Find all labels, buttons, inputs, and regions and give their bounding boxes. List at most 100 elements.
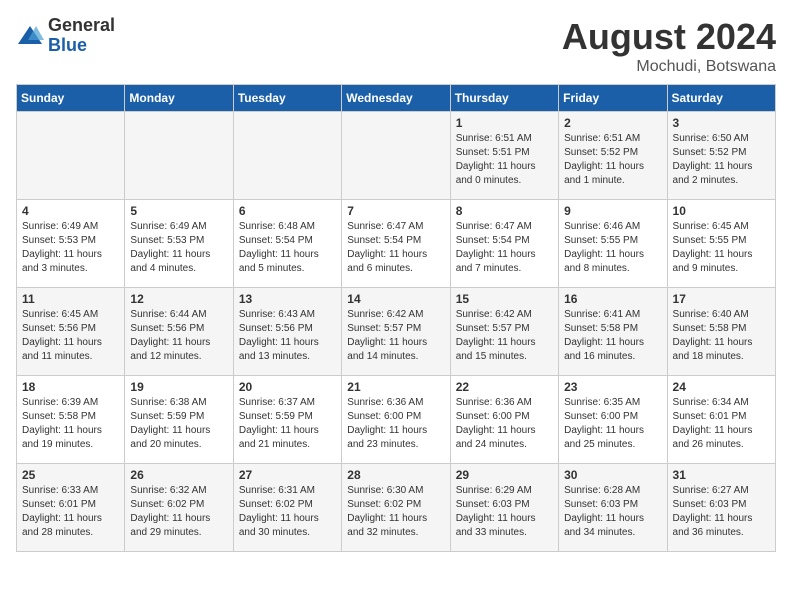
calendar-week-row: 1Sunrise: 6:51 AM Sunset: 5:51 PM Daylig… (17, 112, 776, 200)
day-number: 11 (22, 292, 119, 306)
cell-info: Sunrise: 6:49 AM Sunset: 5:53 PM Dayligh… (130, 220, 227, 276)
cell-info: Sunrise: 6:38 AM Sunset: 5:59 PM Dayligh… (130, 396, 227, 452)
logo: General Blue (16, 16, 115, 56)
logo-text: General Blue (48, 16, 115, 56)
header-sunday: Sunday (17, 85, 125, 112)
month-title: August 2024 (562, 16, 776, 58)
cell-info: Sunrise: 6:35 AM Sunset: 6:00 PM Dayligh… (564, 396, 661, 452)
calendar-cell: 23 Sunrise: 6:35 AM Sunset: 6:00 PM Dayli… (559, 376, 667, 464)
calendar-cell: 15Sunrise: 6:42 AM Sunset: 5:57 PM Dayli… (450, 288, 558, 376)
day-number: 15 (456, 292, 553, 306)
cell-info: Sunrise: 6:49 AM Sunset: 5:53 PM Dayligh… (22, 220, 119, 276)
calendar-cell: 3Sunrise: 6:50 AM Sunset: 5:52 PM Daylig… (667, 112, 775, 200)
day-number: 28 (347, 468, 444, 482)
calendar-table: SundayMondayTuesdayWednesdayThursdayFrid… (16, 84, 776, 552)
day-number: 25 (22, 468, 119, 482)
header-saturday: Saturday (667, 85, 775, 112)
calendar-week-row: 11 Sunrise: 6:45 AM Sunset: 5:56 PM Dayli… (17, 288, 776, 376)
day-number: 1 (456, 116, 553, 130)
cell-info: Sunrise: 6:36 AM Sunset: 6:00 PM Dayligh… (347, 396, 444, 452)
cell-info: Sunrise: 6:37 AM Sunset: 5:59 PM Dayligh… (239, 396, 336, 452)
day-number: 29 (456, 468, 553, 482)
calendar-week-row: 25 Sunrise: 6:33 AM Sunset: 6:01 PM Dayli… (17, 464, 776, 552)
calendar-cell: 13 Sunrise: 6:43 AM Sunset: 5:56 PM Dayli… (233, 288, 341, 376)
logo-icon (16, 22, 44, 50)
calendar-cell: 14Sunrise: 6:42 AM Sunset: 5:57 PM Dayli… (342, 288, 450, 376)
calendar-cell: 17 Sunrise: 6:40 AM Sunset: 5:58 PM Dayli… (667, 288, 775, 376)
calendar-cell: 18 Sunrise: 6:39 AM Sunset: 5:58 PM Dayli… (17, 376, 125, 464)
day-number: 5 (130, 204, 227, 218)
cell-info: Sunrise: 6:32 AM Sunset: 6:02 PM Dayligh… (130, 484, 227, 540)
calendar-cell (233, 112, 341, 200)
cell-info: Sunrise: 6:30 AM Sunset: 6:02 PM Dayligh… (347, 484, 444, 540)
day-number: 24 (673, 380, 770, 394)
calendar-cell (125, 112, 233, 200)
header-monday: Monday (125, 85, 233, 112)
calendar-cell: 22Sunrise: 6:36 AM Sunset: 6:00 PM Dayli… (450, 376, 558, 464)
calendar-cell: 2 Sunrise: 6:51 AM Sunset: 5:52 PM Daylig… (559, 112, 667, 200)
header-thursday: Thursday (450, 85, 558, 112)
day-number: 18 (22, 380, 119, 394)
calendar-cell: 24 Sunrise: 6:34 AM Sunset: 6:01 PM Dayli… (667, 376, 775, 464)
cell-info: Sunrise: 6:44 AM Sunset: 5:56 PM Dayligh… (130, 308, 227, 364)
calendar-week-row: 4 Sunrise: 6:49 AM Sunset: 5:53 PM Daylig… (17, 200, 776, 288)
cell-info: Sunrise: 6:47 AM Sunset: 5:54 PM Dayligh… (347, 220, 444, 276)
calendar-cell (17, 112, 125, 200)
cell-info: Sunrise: 6:51 AM Sunset: 5:52 PM Dayligh… (564, 132, 661, 188)
header-tuesday: Tuesday (233, 85, 341, 112)
day-number: 12 (130, 292, 227, 306)
page-header: General Blue August 2024 Mochudi, Botswa… (16, 16, 776, 76)
calendar-cell: 11 Sunrise: 6:45 AM Sunset: 5:56 PM Dayli… (17, 288, 125, 376)
cell-info: Sunrise: 6:33 AM Sunset: 6:01 PM Dayligh… (22, 484, 119, 540)
day-number: 2 (564, 116, 661, 130)
day-number: 10 (673, 204, 770, 218)
calendar-cell: 21 Sunrise: 6:36 AM Sunset: 6:00 PM Dayli… (342, 376, 450, 464)
day-number: 16 (564, 292, 661, 306)
day-number: 23 (564, 380, 661, 394)
calendar-cell: 5 Sunrise: 6:49 AM Sunset: 5:53 PM Daylig… (125, 200, 233, 288)
day-number: 6 (239, 204, 336, 218)
calendar-cell: 30 Sunrise: 6:28 AM Sunset: 6:03 PM Dayli… (559, 464, 667, 552)
cell-info: Sunrise: 6:34 AM Sunset: 6:01 PM Dayligh… (673, 396, 770, 452)
day-number: 8 (456, 204, 553, 218)
calendar-cell: 27 Sunrise: 6:31 AM Sunset: 6:02 PM Dayli… (233, 464, 341, 552)
cell-info: Sunrise: 6:39 AM Sunset: 5:58 PM Dayligh… (22, 396, 119, 452)
calendar-cell: 16Sunrise: 6:41 AM Sunset: 5:58 PM Dayli… (559, 288, 667, 376)
calendar-cell: 9Sunrise: 6:46 AM Sunset: 5:55 PM Daylig… (559, 200, 667, 288)
cell-info: Sunrise: 6:43 AM Sunset: 5:56 PM Dayligh… (239, 308, 336, 364)
day-number: 14 (347, 292, 444, 306)
cell-info: Sunrise: 6:36 AM Sunset: 6:00 PM Dayligh… (456, 396, 553, 452)
calendar-cell: 31Sunrise: 6:27 AM Sunset: 6:03 PM Dayli… (667, 464, 775, 552)
cell-info: Sunrise: 6:47 AM Sunset: 5:54 PM Dayligh… (456, 220, 553, 276)
calendar-cell: 25 Sunrise: 6:33 AM Sunset: 6:01 PM Dayli… (17, 464, 125, 552)
logo-general: General (48, 16, 115, 36)
day-number: 27 (239, 468, 336, 482)
cell-info: Sunrise: 6:40 AM Sunset: 5:58 PM Dayligh… (673, 308, 770, 364)
day-number: 21 (347, 380, 444, 394)
header-wednesday: Wednesday (342, 85, 450, 112)
day-number: 13 (239, 292, 336, 306)
cell-info: Sunrise: 6:45 AM Sunset: 5:56 PM Dayligh… (22, 308, 119, 364)
cell-info: Sunrise: 6:45 AM Sunset: 5:55 PM Dayligh… (673, 220, 770, 276)
calendar-cell: 7 Sunrise: 6:47 AM Sunset: 5:54 PM Daylig… (342, 200, 450, 288)
cell-info: Sunrise: 6:31 AM Sunset: 6:02 PM Dayligh… (239, 484, 336, 540)
cell-info: Sunrise: 6:28 AM Sunset: 6:03 PM Dayligh… (564, 484, 661, 540)
calendar-cell: 20Sunrise: 6:37 AM Sunset: 5:59 PM Dayli… (233, 376, 341, 464)
day-number: 9 (564, 204, 661, 218)
calendar-cell (342, 112, 450, 200)
day-number: 4 (22, 204, 119, 218)
location: Mochudi, Botswana (562, 58, 776, 76)
header-friday: Friday (559, 85, 667, 112)
day-number: 17 (673, 292, 770, 306)
day-number: 7 (347, 204, 444, 218)
day-number: 19 (130, 380, 227, 394)
cell-info: Sunrise: 6:50 AM Sunset: 5:52 PM Dayligh… (673, 132, 770, 188)
day-number: 30 (564, 468, 661, 482)
calendar-cell: 10 Sunrise: 6:45 AM Sunset: 5:55 PM Dayli… (667, 200, 775, 288)
calendar-cell: 1Sunrise: 6:51 AM Sunset: 5:51 PM Daylig… (450, 112, 558, 200)
calendar-week-row: 18 Sunrise: 6:39 AM Sunset: 5:58 PM Dayli… (17, 376, 776, 464)
calendar-cell: 28 Sunrise: 6:30 AM Sunset: 6:02 PM Dayli… (342, 464, 450, 552)
title-block: August 2024 Mochudi, Botswana (562, 16, 776, 76)
calendar-cell: 6Sunrise: 6:48 AM Sunset: 5:54 PM Daylig… (233, 200, 341, 288)
calendar-cell: 4 Sunrise: 6:49 AM Sunset: 5:53 PM Daylig… (17, 200, 125, 288)
